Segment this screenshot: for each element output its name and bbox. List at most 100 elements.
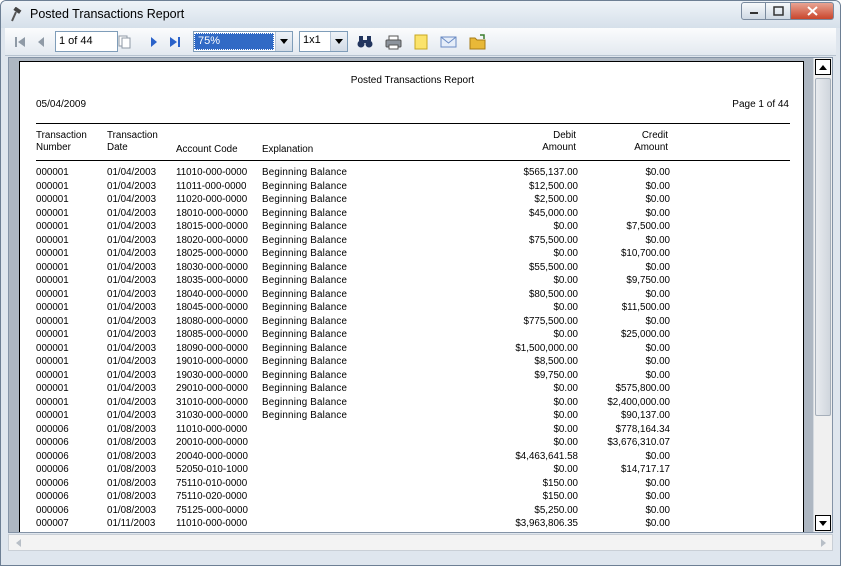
cell-account-code: 18010-000-0000: [176, 207, 248, 219]
header-rule-bottom: [36, 160, 790, 161]
cell-transaction-date: 01/04/2003: [107, 369, 157, 381]
table-row: 000001 01/04/2003 18045-000-0000 Beginning …: [20, 302, 805, 316]
cell-transaction-date: 01/08/2003: [107, 504, 157, 516]
cell-transaction-number: 000006: [36, 464, 69, 475]
cell-account-code: 18040-000-0000: [176, 288, 248, 300]
print-button[interactable]: [383, 31, 403, 53]
cell-transaction-number: 000006: [36, 423, 69, 435]
open-button[interactable]: [467, 31, 489, 53]
cell-transaction-number: 000001: [36, 410, 69, 421]
first-page-button[interactable]: [12, 31, 28, 53]
minimize-button[interactable]: [741, 2, 766, 20]
cell-credit-amount: $7,500.00: [626, 221, 670, 232]
zoom-dropdown-arrow[interactable]: [275, 32, 292, 51]
printer-icon: [385, 35, 401, 49]
cell-debit-amount: $12,500.00: [528, 180, 578, 192]
zoom-select[interactable]: 75%: [193, 31, 293, 52]
col-header-line: Debit: [553, 130, 576, 141]
table-row: 000001 01/04/2003 11010-000-0000 Beginning …: [20, 167, 805, 181]
cell-credit-amount: $14,717.17: [620, 464, 670, 475]
cell-debit-amount: $9,750.00: [534, 369, 578, 381]
cell-transaction-date: 01/04/2003: [107, 302, 157, 313]
cell-transaction-date: 01/11/2003: [107, 518, 156, 529]
cell-explanation: Beginning Balance: [262, 207, 348, 219]
cell-account-code: 75125-000-0000: [176, 504, 248, 516]
header-rule-top: [36, 123, 790, 124]
export-button[interactable]: [411, 31, 431, 53]
next-page-button[interactable]: [146, 31, 162, 53]
close-button[interactable]: [791, 2, 834, 20]
table-row: 000001 01/04/2003 18080-000-0000 Beginning …: [20, 316, 805, 330]
cell-transaction-date: 01/04/2003: [107, 180, 157, 192]
layout-select[interactable]: 1x1: [299, 31, 348, 52]
cell-transaction-number: 000001: [36, 167, 69, 178]
cell-transaction-date: 01/04/2003: [107, 194, 157, 205]
cell-debit-amount: $0.00: [553, 396, 578, 408]
table-row: 000001 01/04/2003 18085-000-0000 Beginning …: [20, 329, 805, 343]
table-row: 000001 01/04/2003 18025-000-0000 Beginning …: [20, 248, 805, 262]
multi-page-button[interactable]: [116, 31, 134, 53]
cell-debit-amount: $0.00: [553, 275, 578, 286]
cell-transaction-date: 01/04/2003: [107, 275, 157, 286]
last-page-button[interactable]: [167, 31, 183, 53]
cell-transaction-number: 000001: [36, 342, 69, 354]
cell-debit-amount: $150.00: [542, 491, 578, 502]
table-row: 000001 01/04/2003 11011-000-0000 Beginning …: [20, 181, 805, 195]
find-button[interactable]: [355, 31, 375, 53]
envelope-icon: [440, 36, 456, 48]
cell-account-code: 18015-000-0000: [176, 221, 248, 232]
cell-transaction-number: 000001: [36, 234, 69, 246]
report-date: 05/04/2009: [36, 99, 87, 110]
cell-debit-amount: $0.00: [553, 248, 578, 259]
cell-credit-amount: $0.00: [645, 518, 670, 529]
cell-transaction-date: 01/08/2003: [107, 491, 157, 502]
page-number-field[interactable]: 1 of 44: [55, 31, 118, 52]
table-row: 000001 01/04/2003 31030-000-0000 Beginning …: [20, 410, 805, 424]
close-icon: [806, 6, 818, 16]
table-row: 000001 01/04/2003 18020-000-0000 Beginning …: [20, 235, 805, 249]
prev-page-icon: [38, 37, 44, 47]
cell-transaction-date: 01/08/2003: [107, 423, 157, 435]
scroll-down-button[interactable]: [815, 515, 831, 531]
cell-account-code: 18025-000-0000: [176, 248, 248, 259]
scroll-left-button[interactable]: [11, 536, 25, 549]
cell-account-code: 18080-000-0000: [176, 315, 248, 327]
cell-transaction-number: 000001: [36, 261, 69, 273]
cell-explanation: Beginning Balance: [262, 383, 348, 394]
table-row: 000001 01/04/2003 18090-000-0000 Beginning …: [20, 343, 805, 357]
scroll-up-button[interactable]: [815, 59, 831, 75]
zoom-value: 75%: [194, 33, 274, 50]
cell-debit-amount: $775,500.00: [523, 315, 578, 327]
window-controls: [741, 2, 834, 20]
cell-transaction-number: 000001: [36, 369, 69, 381]
vertical-scroll-thumb[interactable]: [815, 78, 831, 416]
title-bar[interactable]: Posted Transactions Report: [1, 1, 840, 28]
cell-debit-amount: $75,500.00: [528, 234, 578, 246]
prev-page-button[interactable]: [33, 31, 49, 53]
cell-explanation: Beginning Balance: [262, 180, 348, 192]
cell-credit-amount: $2,400,000.00: [607, 396, 670, 408]
horizontal-scrollbar[interactable]: [8, 534, 833, 551]
cell-explanation: Beginning Balance: [262, 234, 348, 246]
cell-transaction-number: 000001: [36, 180, 69, 192]
window-title: Posted Transactions Report: [30, 7, 185, 21]
cell-explanation: Beginning Balance: [262, 275, 348, 286]
cell-debit-amount: $45,000.00: [528, 207, 578, 219]
cell-transaction-number: 000001: [36, 315, 69, 327]
layout-dropdown-arrow[interactable]: [330, 32, 347, 51]
scroll-right-button[interactable]: [816, 536, 830, 549]
report-viewer-window: Posted Transactions Report 1 of 44 75% 1…: [0, 0, 841, 566]
cell-explanation: Beginning Balance: [262, 248, 348, 259]
email-button[interactable]: [437, 31, 459, 53]
cell-explanation: Beginning Balance: [262, 329, 348, 340]
report-viewport[interactable]: Posted Transactions Report 05/04/2009 Pa…: [8, 57, 833, 533]
layout-value: 1x1: [303, 34, 321, 46]
maximize-button[interactable]: [766, 2, 791, 20]
table-row: 000006 01/08/2003 20040-000-0000 $4,463,641…: [20, 451, 805, 465]
vertical-scrollbar[interactable]: [813, 58, 832, 532]
table-row: 000001 01/04/2003 19010-000-0000 Beginning …: [20, 356, 805, 370]
folder-icon: [469, 34, 486, 50]
table-row: 000006 01/08/2003 20010-000-0000 $0.00 $3,67…: [20, 437, 805, 451]
cell-account-code: 52050-010-1000: [176, 464, 248, 475]
cell-transaction-date: 01/04/2003: [107, 315, 157, 327]
